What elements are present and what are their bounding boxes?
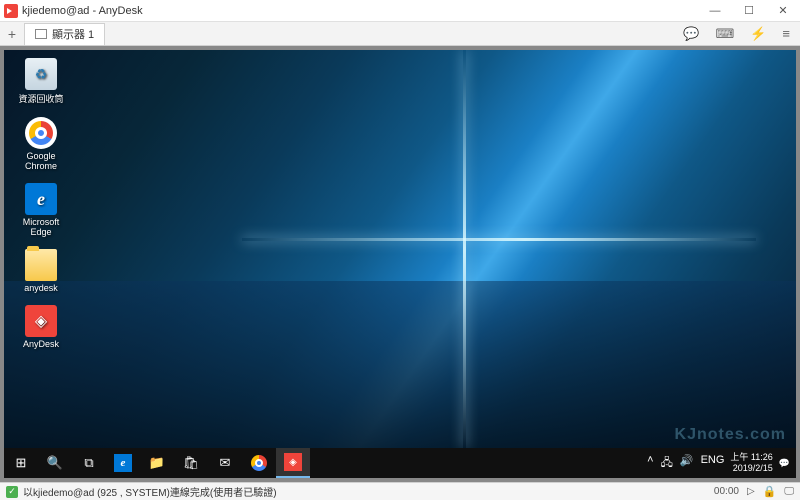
chrome-shortcut[interactable]: Google Chrome [14,117,68,171]
taskbar-anydesk[interactable]: ◈ [276,448,310,478]
anydesk-shortcut[interactable]: AnyDesk [14,305,68,349]
anydesk-app-icon [4,4,18,18]
taskbar-chrome[interactable] [242,448,276,478]
anydesk-statusbar: ✓ 以kjiedemo@ad (925 , SYSTEM)連線完成(使用者已驗證… [0,482,800,500]
edge-icon: e [114,454,132,472]
elevate-button[interactable]: ▷ [747,486,755,497]
wallpaper-light-vertical [463,50,466,448]
wallpaper-reflection [4,281,796,448]
taskbar-edge[interactable]: e [106,448,140,478]
icon-label: Microsoft Edge [14,217,68,237]
menu-icon[interactable]: ≡ [782,26,790,42]
lock-icon[interactable]: 🔒 [763,485,777,498]
remote-desktop[interactable]: 資源回收筒 Google Chrome e Microsoft Edge any… [4,50,796,478]
tab-label: 顯示器 1 [52,26,94,42]
icon-label: Google Chrome [14,151,68,171]
anydesk-icon: ◈ [284,453,302,471]
tray-overflow-icon[interactable]: ˄ [647,454,653,473]
recycle-bin[interactable]: 資源回收筒 [14,58,68,105]
anydesk-folder[interactable]: anydesk [14,249,68,293]
icon-label: 資源回收筒 [18,92,63,105]
taskbar-explorer[interactable]: 📁 [140,448,174,478]
ime-indicator[interactable]: ENG [701,454,725,473]
keyboard-icon[interactable]: ⌨ [715,26,734,42]
chrome-icon [25,117,57,149]
close-button[interactable]: ✕ [766,0,800,22]
watermark: KJnotes.com [675,426,786,444]
app-titlebar: kjiedemo@ad - AnyDesk — ☐ ✕ [0,0,800,22]
wallpaper-light-horizontal [242,238,757,241]
minimize-button[interactable]: — [698,0,732,22]
tray-icons: ˄ 🖧 🔊 ENG [647,454,724,473]
status-right: 00:00 ▷ 🔒 🖵 [714,485,794,498]
taskbar-mail[interactable]: ✉ [208,448,242,478]
remote-taskbar: ⊞ 🔍 ⧉ e 📁 🛍 ✉ ◈ ˄ 🖧 🔊 ENG 上午 11:26 2019/… [4,448,796,478]
monitor-icon [35,29,47,39]
session-timer: 00:00 [714,486,739,497]
system-tray: ˄ 🖧 🔊 ENG 上午 11:26 2019/2/15 💬 [647,452,796,474]
session-toolbar: 💬 ⌨ ⚡ ≡ [683,26,800,42]
status-text: 以kjiedemo@ad (925 , SYSTEM)連線完成(使用者已驗證) [23,484,277,499]
clock[interactable]: 上午 11:26 2019/2/15 [730,452,772,474]
edge-shortcut[interactable]: e Microsoft Edge [14,183,68,237]
actions-icon[interactable]: ⚡ [750,26,766,42]
search-button[interactable]: 🔍 [38,448,72,478]
taskbar-store[interactable]: 🛍 [174,448,208,478]
recycle-bin-icon [25,58,57,90]
tab-monitor-1[interactable]: 顯示器 1 [24,23,105,45]
chrome-icon [251,455,267,471]
task-view-button[interactable]: ⧉ [72,448,106,478]
remote-viewport: 資源回收筒 Google Chrome e Microsoft Edge any… [0,46,800,482]
folder-icon [25,249,57,281]
clock-time: 上午 11:26 [730,452,772,463]
anydesk-icon [25,305,57,337]
new-tab-button[interactable]: + [0,22,24,46]
status-ok-icon: ✓ [6,486,18,498]
icon-label: AnyDesk [23,339,59,349]
start-button[interactable]: ⊞ [4,448,38,478]
monitor-select-icon[interactable]: 🖵 [784,486,794,497]
window-controls: — ☐ ✕ [698,0,800,22]
edge-icon: e [25,183,57,215]
volume-icon[interactable]: 🔊 [680,454,694,473]
network-icon[interactable]: 🖧 [661,454,673,473]
chat-icon[interactable]: 💬 [683,26,699,42]
clock-date: 2019/2/15 [733,463,773,474]
desktop-icons: 資源回收筒 Google Chrome e Microsoft Edge any… [14,58,68,349]
icon-label: anydesk [24,283,58,293]
window-title: kjiedemo@ad - AnyDesk [22,5,698,17]
action-center-icon[interactable]: 💬 [779,458,790,469]
maximize-button[interactable]: ☐ [732,0,766,22]
tab-bar: + 顯示器 1 💬 ⌨ ⚡ ≡ [0,22,800,46]
